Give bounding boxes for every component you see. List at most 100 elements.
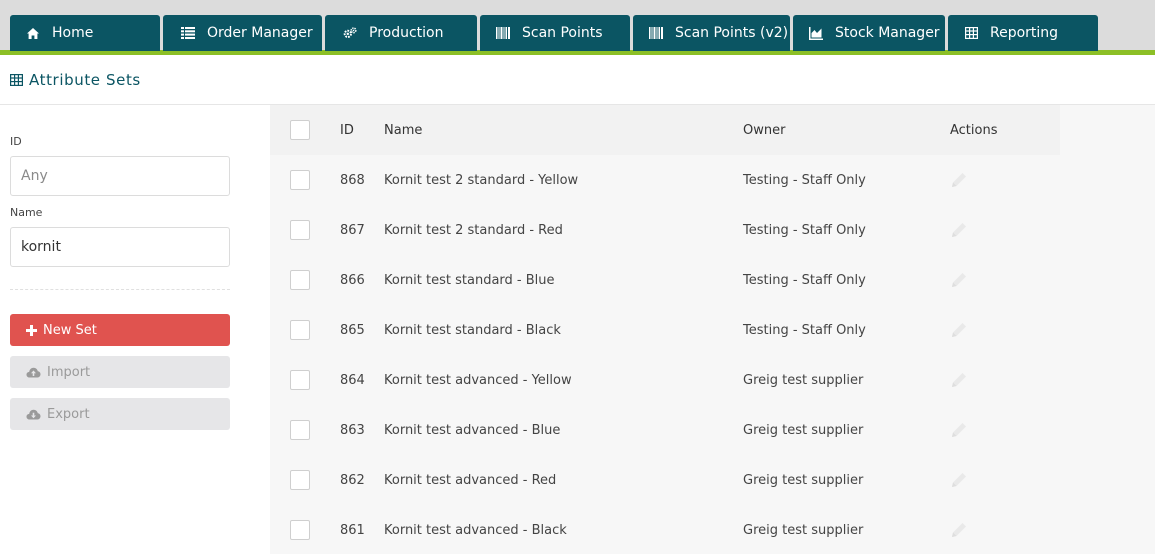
row-actions: [950, 255, 968, 305]
tab-label: Home: [52, 25, 94, 41]
row-id: 862: [340, 472, 365, 488]
tab-scan-points-v2[interactable]: Scan Points (v2): [633, 15, 790, 51]
edit-pencil-icon[interactable]: [950, 471, 968, 489]
row-checkbox[interactable]: [290, 270, 310, 290]
select-all-checkbox[interactable]: [290, 120, 310, 140]
tab-scan-points[interactable]: Scan Points: [480, 15, 630, 51]
table-row[interactable]: 863 Kornit test advanced - Blue Greig test…: [270, 405, 1155, 455]
table-header: ID Name Owner Actions: [270, 105, 1060, 155]
tab-home[interactable]: Home: [10, 15, 160, 51]
row-checkbox[interactable]: [290, 320, 310, 340]
page-title-text: Attribute Sets: [29, 71, 141, 89]
row-name: Kornit test standard - Blue: [384, 272, 555, 288]
row-name: Kornit test 2 standard - Red: [384, 222, 563, 238]
tab-order-manager[interactable]: Order Manager: [163, 15, 322, 51]
edit-pencil-icon[interactable]: [950, 171, 968, 189]
row-checkbox-cell: [290, 355, 310, 405]
table-row[interactable]: 861 Kornit test advanced - Black Greig tes…: [270, 505, 1155, 554]
table-row[interactable]: 868 Kornit test 2 standard - Yellow Testin…: [270, 155, 1155, 205]
row-name: Kornit test advanced - Blue: [384, 422, 561, 438]
barcode-icon: [496, 26, 510, 40]
row-checkbox[interactable]: [290, 420, 310, 440]
row-owner: Testing - Staff Only: [743, 222, 866, 238]
edit-pencil-icon[interactable]: [950, 421, 968, 439]
edit-pencil-icon[interactable]: [950, 221, 968, 239]
row-id: 868: [340, 172, 365, 188]
table-row[interactable]: 865 Kornit test standard - Black Testing -…: [270, 305, 1155, 355]
row-checkbox[interactable]: [290, 220, 310, 240]
table-row[interactable]: 867 Kornit test 2 standard - Red Testing -…: [270, 205, 1155, 255]
tab-production[interactable]: Production: [325, 15, 477, 51]
row-actions: [950, 355, 968, 405]
barcode-icon: [649, 26, 663, 40]
new-set-label: New Set: [43, 322, 97, 338]
edit-pencil-icon[interactable]: [950, 321, 968, 339]
tab-label: Production: [369, 25, 444, 41]
row-actions: [950, 155, 968, 205]
table-row[interactable]: 864 Kornit test advanced - Yellow Greig te…: [270, 355, 1155, 405]
chart-icon: [809, 26, 823, 40]
table-icon: [964, 26, 978, 40]
table-icon: [10, 74, 23, 86]
export-label: Export: [47, 406, 90, 422]
column-header-name[interactable]: Name: [384, 105, 422, 155]
tab-reporting[interactable]: Reporting: [948, 15, 1098, 51]
table-row[interactable]: 866 Kornit test standard - Blue Testing - …: [270, 255, 1155, 305]
nav-tabs: Home Order Manager Production Scan Point…: [10, 15, 1101, 51]
tab-label: Scan Points (v2): [675, 25, 789, 41]
row-checkbox-cell: [290, 155, 310, 205]
cogs-icon: [343, 26, 357, 40]
cloud-upload-icon: [26, 367, 41, 378]
page-title: Attribute Sets: [10, 71, 141, 89]
home-icon: [26, 26, 40, 40]
row-name: Kornit test advanced - Yellow: [384, 372, 572, 388]
row-actions: [950, 305, 968, 355]
sidebar-divider: [10, 289, 230, 290]
row-checkbox[interactable]: [290, 170, 310, 190]
tab-label: Order Manager: [207, 25, 313, 41]
row-owner: Testing - Staff Only: [743, 172, 866, 188]
row-id: 863: [340, 422, 365, 438]
row-actions: [950, 505, 968, 554]
row-actions: [950, 205, 968, 255]
column-header-owner[interactable]: Owner: [743, 105, 785, 155]
row-id: 866: [340, 272, 365, 288]
row-checkbox-cell: [290, 305, 310, 355]
id-filter-input[interactable]: [10, 156, 230, 196]
row-actions: [950, 405, 968, 455]
tab-label: Scan Points: [522, 25, 603, 41]
row-checkbox[interactable]: [290, 470, 310, 490]
row-owner: Greig test supplier: [743, 422, 864, 438]
row-owner: Greig test supplier: [743, 522, 864, 538]
cloud-download-icon: [26, 409, 41, 420]
row-checkbox[interactable]: [290, 370, 310, 390]
row-name: Kornit test standard - Black: [384, 322, 561, 338]
row-checkbox-cell: [290, 205, 310, 255]
row-checkbox-cell: [290, 255, 310, 305]
row-id: 861: [340, 522, 365, 538]
table-row[interactable]: 862 Kornit test advanced - Red Greig test …: [270, 455, 1155, 505]
name-filter-input[interactable]: [10, 227, 230, 267]
row-checkbox[interactable]: [290, 520, 310, 540]
import-button[interactable]: Import: [10, 356, 230, 388]
column-header-id[interactable]: ID: [340, 105, 354, 155]
export-button[interactable]: Export: [10, 398, 230, 430]
tab-label: Stock Manager: [835, 25, 940, 41]
page-header: Attribute Sets: [0, 55, 1155, 105]
filter-sidebar: ID Name New Set Import Export: [0, 106, 270, 554]
row-id: 867: [340, 222, 365, 238]
row-checkbox-cell: [290, 405, 310, 455]
row-actions: [950, 455, 968, 505]
edit-pencil-icon[interactable]: [950, 371, 968, 389]
edit-pencil-icon[interactable]: [950, 521, 968, 539]
row-id: 864: [340, 372, 365, 388]
row-id: 865: [340, 322, 365, 338]
header-checkbox-cell: [290, 105, 310, 155]
row-name: Kornit test advanced - Red: [384, 472, 557, 488]
edit-pencil-icon[interactable]: [950, 271, 968, 289]
row-owner: Greig test supplier: [743, 472, 864, 488]
tab-stock-manager[interactable]: Stock Manager: [793, 15, 945, 51]
column-header-actions: Actions: [950, 122, 998, 138]
row-name: Kornit test advanced - Black: [384, 522, 567, 538]
new-set-button[interactable]: New Set: [10, 314, 230, 346]
